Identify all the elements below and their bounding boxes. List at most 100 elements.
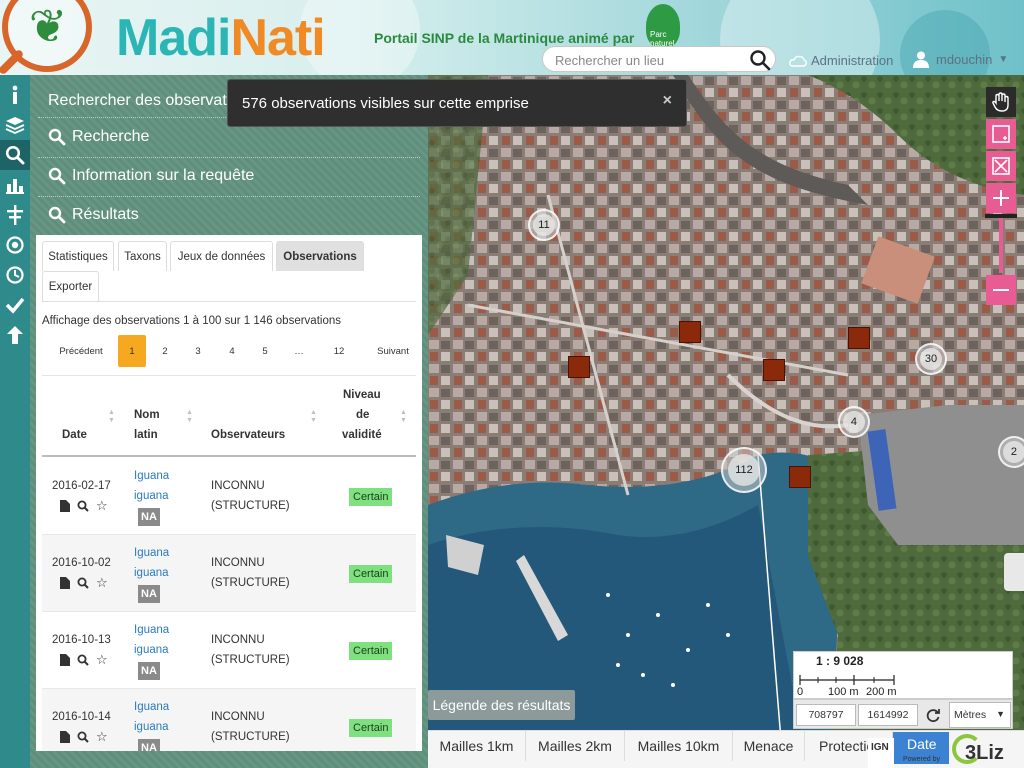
observation-marker[interactable]	[679, 321, 701, 343]
col-validity-line3[interactable]: validité	[342, 425, 382, 445]
panel-toggle[interactable]	[1004, 553, 1024, 591]
layers-tool[interactable]	[0, 110, 30, 140]
cluster-marker[interactable]: 11	[528, 209, 560, 241]
zoom-slider[interactable]	[985, 214, 1017, 273]
page-12[interactable]: 12	[325, 335, 353, 367]
tab-jeux-de-donnees[interactable]: Jeux de données	[170, 241, 273, 271]
import-tool[interactable]	[0, 320, 30, 350]
col-date[interactable]: Date	[62, 425, 87, 445]
page-ellipsis: …	[294, 345, 304, 357]
table-row[interactable]: 2016-10-14 ☆ Iguana iguana NA INCONNU (STR…	[42, 689, 416, 751]
target-tool[interactable]	[0, 230, 30, 260]
observation-marker[interactable]	[763, 359, 785, 381]
page-3[interactable]: 3	[184, 335, 212, 367]
zoom-out-button[interactable]	[986, 275, 1016, 305]
col-observers[interactable]: Observateurs	[211, 425, 285, 445]
info-tool[interactable]	[0, 80, 30, 110]
tab-statistiques[interactable]: Statistiques	[42, 241, 114, 271]
search-icon	[48, 128, 66, 146]
table-row[interactable]: 2016-10-02 ☆ Iguana iguana NA INCONNU (STR…	[42, 535, 416, 612]
observation-marker[interactable]	[848, 327, 870, 349]
zoom-slider-handle[interactable]	[985, 214, 1017, 218]
legend-button[interactable]: Légende des résultats	[428, 690, 575, 720]
footer-logos: Date IGN Powered by 3Liz	[868, 732, 1024, 768]
section-query-info[interactable]: Information sur la requête	[48, 167, 254, 185]
scale-ratio: 1 : 9 028	[816, 654, 864, 668]
page-5[interactable]: 5	[251, 335, 279, 367]
fern-icon: ❦	[28, 0, 68, 52]
table-row[interactable]: 2016-10-13 ☆ Iguana iguana NA INCONNU (STR…	[42, 612, 416, 689]
tab-exporter[interactable]: Exporter	[42, 271, 99, 301]
tab-mailles-2km[interactable]: Mailles 2km	[526, 731, 625, 761]
tab-menace[interactable]: Menace	[733, 731, 805, 761]
document-icon[interactable]	[60, 731, 70, 743]
zoom-box-button[interactable]	[986, 119, 1016, 149]
row-latin-name[interactable]: Iguana iguana	[134, 697, 186, 737]
cluster-marker[interactable]: 4	[838, 406, 870, 438]
full-extent-button[interactable]	[986, 151, 1016, 181]
page-next[interactable]: Suivant	[368, 335, 418, 367]
refresh-icon[interactable]	[925, 707, 941, 723]
star-icon[interactable]: ☆	[96, 499, 108, 512]
search-icon[interactable]	[749, 49, 771, 71]
sort-icon[interactable]: ▲ ▼	[108, 409, 115, 425]
cluster-marker[interactable]: 2	[998, 436, 1024, 468]
section-results[interactable]: Résultats	[48, 206, 139, 224]
user-menu[interactable]: mdouchin ▼	[912, 50, 1008, 68]
coord-y-field[interactable]: 1614992	[858, 704, 918, 726]
place-search-input[interactable]	[555, 51, 745, 69]
tab-mailles-1km[interactable]: Mailles 1km	[428, 731, 526, 761]
page-4[interactable]: 4	[218, 335, 246, 367]
page-2[interactable]: 2	[151, 335, 179, 367]
star-icon[interactable]: ☆	[96, 576, 108, 589]
taxon-tool[interactable]	[0, 200, 30, 230]
col-validity-line1[interactable]: Niveau	[343, 385, 381, 405]
tab-taxons[interactable]: Taxons	[118, 241, 167, 271]
col-latin-line1[interactable]: Nom	[134, 405, 160, 425]
row-latin-name[interactable]: Iguana iguana	[134, 620, 186, 660]
document-icon[interactable]	[60, 500, 70, 512]
observation-marker[interactable]	[789, 466, 811, 488]
history-tool[interactable]	[0, 260, 30, 290]
document-icon[interactable]	[60, 577, 70, 589]
chevron-down-icon: ▼	[996, 709, 1005, 719]
tab-mailles-10km[interactable]: Mailles 10km	[625, 731, 733, 761]
tab-observations[interactable]: Observations	[276, 241, 364, 271]
row-latin-name[interactable]: Iguana iguana	[134, 543, 186, 583]
page-1[interactable]: 1	[118, 335, 146, 367]
cluster-marker[interactable]: 112	[721, 447, 767, 493]
statistics-tool[interactable]	[0, 170, 30, 200]
scale-box: 1 : 9 028 0 100 m 200 m	[793, 651, 1013, 699]
zoom-icon[interactable]	[77, 577, 89, 589]
validity-badge: Certain	[349, 642, 393, 660]
minus-icon	[993, 289, 1009, 291]
observer-name: INCONNU	[211, 557, 265, 569]
zoom-icon[interactable]	[77, 654, 89, 666]
star-icon[interactable]: ☆	[96, 730, 108, 743]
brand-title: MadiNati	[116, 10, 326, 66]
partner-logo[interactable]: Parc naturel	[646, 4, 680, 48]
row-latin-name[interactable]: Iguana iguana	[134, 466, 186, 506]
observation-marker[interactable]	[568, 356, 590, 378]
star-icon[interactable]: ☆	[96, 653, 108, 666]
col-latin-line2[interactable]: latin	[134, 425, 158, 445]
coord-x-field[interactable]: 708797	[796, 704, 856, 726]
document-icon[interactable]	[60, 654, 70, 666]
col-validity-line2[interactable]: de	[356, 405, 369, 425]
page-prev[interactable]: Précédent	[46, 335, 116, 367]
search-tool[interactable]	[0, 140, 30, 170]
cluster-marker[interactable]: 30	[915, 343, 947, 375]
sort-icon[interactable]: ▲ ▼	[186, 409, 193, 425]
zoom-in-button[interactable]	[986, 183, 1016, 213]
zoom-icon[interactable]	[77, 731, 89, 743]
section-recherche[interactable]: Recherche	[48, 128, 149, 146]
validate-tool[interactable]	[0, 290, 30, 320]
zoom-icon[interactable]	[77, 500, 89, 512]
units-select[interactable]: Mètres ▼	[949, 702, 1011, 728]
close-icon[interactable]: ×	[663, 92, 672, 110]
sort-icon[interactable]: ▲ ▼	[400, 409, 407, 425]
admin-link[interactable]: Administration	[789, 53, 893, 68]
pan-button[interactable]	[986, 87, 1016, 117]
table-row[interactable]: 2016-02-17 ☆ Iguana iguana NA INCONNU (STR…	[42, 458, 416, 535]
sort-icon[interactable]: ▲ ▼	[310, 409, 317, 425]
